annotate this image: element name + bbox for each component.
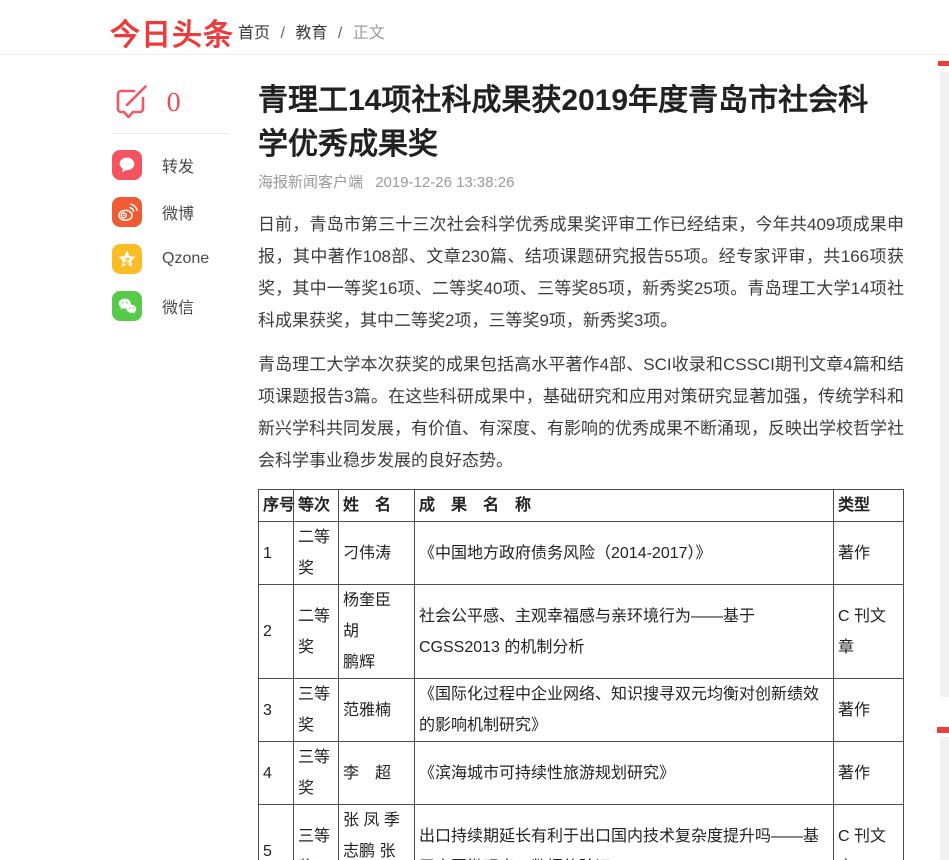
col-header-type: 类型 xyxy=(834,490,904,522)
cell-grade: 三等奖 xyxy=(294,805,339,860)
chat-bubble-icon xyxy=(112,150,142,180)
col-header-names: 姓 名 xyxy=(339,490,415,522)
breadcrumb: 首页 / 教育 / 正文 xyxy=(238,19,391,43)
cell-grade: 二等奖 xyxy=(294,585,339,679)
comment-entry[interactable]: 0 xyxy=(112,83,232,123)
article-paragraph: 日前，青岛市第三十三次社会科学优秀成果奖评审工作已经结束，今年共409项成果申报… xyxy=(258,209,904,337)
breadcrumb-category[interactable]: 教育 xyxy=(295,25,327,42)
cell-type: C 刊文章 xyxy=(834,805,904,860)
scrollbar-thumb[interactable] xyxy=(940,737,949,860)
share-forward-button[interactable]: 转发 xyxy=(112,150,232,180)
cell-grade: 三等奖 xyxy=(294,679,339,742)
sidebar-divider xyxy=(112,133,228,134)
breadcrumb-separator: / xyxy=(338,25,342,42)
col-header-grade: 等次 xyxy=(294,490,339,522)
cell-names: 张 凤 季 志鹏 张倩慧 xyxy=(339,805,415,860)
col-header-title: 成 果 名 称 xyxy=(415,490,834,522)
comment-edit-icon xyxy=(112,82,150,125)
cell-title: 《滨海城市可持续性旅游规划研究》 xyxy=(415,742,834,805)
comment-count: 0 xyxy=(166,89,181,117)
cell-title: 《国际化过程中企业网络、知识搜寻双元均衡对创新绩效的影响机制研究》 xyxy=(415,679,834,742)
cell-no: 1 xyxy=(259,522,294,585)
breadcrumb-separator: / xyxy=(280,25,284,42)
page: 今日头条 首页 / 教育 / 正文 0 xyxy=(0,0,949,860)
article-paragraph: 青岛理工大学本次获奖的成果包括高水平著作4部、SCI收录和CSSCI期刊文章4篇… xyxy=(258,349,904,477)
cell-grade: 三等奖 xyxy=(294,742,339,805)
article-title: 青理工14项社科成果获2019年度青岛市社会科学优秀成果奖 xyxy=(258,79,890,167)
cell-names: 李 超 xyxy=(339,742,415,805)
share-qzone-label: Qzone xyxy=(162,250,209,268)
table-row: 5 三等奖 张 凤 季 志鹏 张倩慧 出口持续期延长有利于出口国内技术复杂度提升… xyxy=(259,805,904,860)
share-weibo-button[interactable]: 微博 xyxy=(112,197,232,227)
cell-no: 4 xyxy=(259,742,294,805)
breadcrumb-home[interactable]: 首页 xyxy=(238,25,270,42)
cell-type: 著作 xyxy=(834,679,904,742)
cell-grade: 二等奖 xyxy=(294,522,339,585)
cell-type: 著作 xyxy=(834,522,904,585)
share-wechat-button[interactable]: 微信 xyxy=(112,291,232,321)
table-header-row: 序号 等次 姓 名 成 果 名 称 类型 xyxy=(259,490,904,522)
cell-names: 范雅楠 xyxy=(339,679,415,742)
cell-no: 2 xyxy=(259,585,294,679)
article-timestamp: 2019-12-26 13:38:26 xyxy=(375,174,514,191)
share-qzone-button[interactable]: Qzone xyxy=(112,244,232,274)
wechat-icon xyxy=(112,291,142,321)
cell-type: 著作 xyxy=(834,742,904,805)
cell-names: 刁伟涛 xyxy=(339,522,415,585)
cell-title: 社会公平感、主观幸福感与亲环境行为——基于CGSS2013 的机制分析 xyxy=(415,585,834,679)
table-row: 1 二等奖 刁伟涛 《中国地方政府债务风险（2014-2017）》 著作 xyxy=(259,522,904,585)
share-sidebar: 0 转发 微博 xyxy=(112,83,232,338)
share-forward-label: 转发 xyxy=(162,153,194,177)
toutiao-logo[interactable]: 今日头条 xyxy=(110,10,234,54)
cell-type: C 刊文章 xyxy=(834,585,904,679)
scrollbar-find-marker xyxy=(937,727,949,733)
top-header: 今日头条 首页 / 教育 / 正文 xyxy=(0,0,949,55)
article: 青理工14项社科成果获2019年度青岛市社会科学优秀成果奖 海报新闻客户端 20… xyxy=(258,55,904,860)
scrollbar-find-marker xyxy=(938,61,949,66)
qzone-star-icon xyxy=(112,244,142,274)
table-row: 2 二等奖 杨奎臣 胡 鹏辉 社会公平感、主观幸福感与亲环境行为——基于CGSS… xyxy=(259,585,904,679)
weibo-icon xyxy=(112,197,142,227)
col-header-no: 序号 xyxy=(259,490,294,522)
awards-table: 序号 等次 姓 名 成 果 名 称 类型 1 二等奖 刁伟涛 《中国地方政府债务… xyxy=(258,489,904,860)
scrollbar-thumb[interactable] xyxy=(940,72,949,697)
cell-no: 5 xyxy=(259,805,294,860)
cell-title: 出口持续期延长有利于出口国内技术复杂度提升吗——基于中国微观出口数据的验证 xyxy=(415,805,834,860)
share-weibo-label: 微博 xyxy=(162,200,194,224)
article-source: 海报新闻客户端 xyxy=(258,174,363,191)
article-byline: 海报新闻客户端 2019-12-26 13:38:26 xyxy=(258,173,904,193)
table-row: 3 三等奖 范雅楠 《国际化过程中企业网络、知识搜寻双元均衡对创新绩效的影响机制… xyxy=(259,679,904,742)
cell-title: 《中国地方政府债务风险（2014-2017）》 xyxy=(415,522,834,585)
breadcrumb-current: 正文 xyxy=(353,25,385,42)
cell-names: 杨奎臣 胡 鹏辉 xyxy=(339,585,415,679)
cell-no: 3 xyxy=(259,679,294,742)
table-row: 4 三等奖 李 超 《滨海城市可持续性旅游规划研究》 著作 xyxy=(259,742,904,805)
share-wechat-label: 微信 xyxy=(162,294,194,318)
